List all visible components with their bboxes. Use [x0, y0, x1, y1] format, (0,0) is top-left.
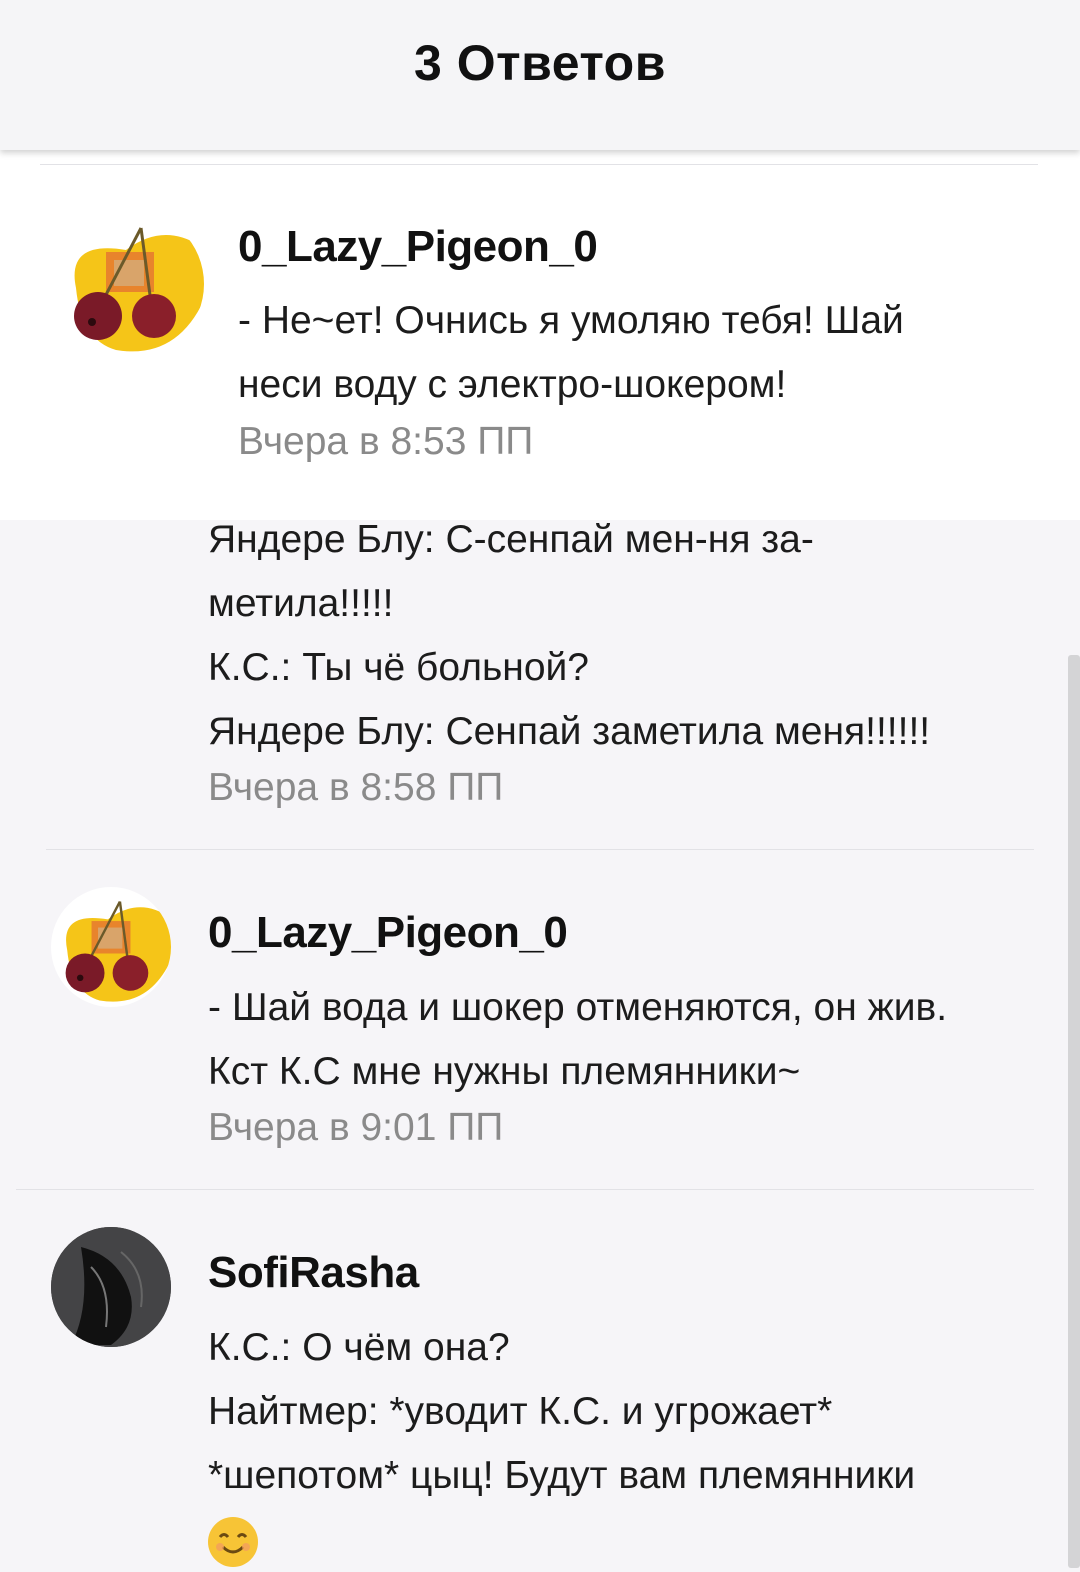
comment-line: - Не~ет! Очнись я умоляю тебя! Шай	[238, 299, 904, 342]
smiling-face-emoji	[208, 1516, 258, 1567]
comment-username[interactable]: 0_Lazy_Pigeon_0	[238, 222, 598, 272]
comment-text: - Не~ет! Очнись я умоляю тебя! Шай неси …	[238, 289, 1068, 417]
comment-timestamp: Вчера в 8:58 ПП	[208, 766, 504, 809]
page-title: 3 Ответов	[414, 35, 666, 91]
divider	[40, 164, 1038, 165]
comment-line: К.С.: Ты чё больной?	[208, 646, 589, 689]
comment-text: К.С.: О чём она? Найтмер: *уводит К.С. и…	[208, 1316, 1058, 1572]
comment-line: неси воду с электро-шокером!	[238, 363, 787, 406]
comment-card[interactable]: 0_Lazy_Pigeon_0 - Не~ет! Очнись я умоляю…	[0, 150, 1080, 520]
comment-timestamp: Вчера в 8:53 ПП	[238, 420, 534, 463]
comment-line: - Шай вода и шокер отменяются, он жив.	[208, 986, 948, 1029]
comment-text: - Шай вода и шокер отменяются, он жив. К…	[208, 976, 1048, 1104]
comment-text: Яндере Блу: С-сенпай мен-ня за- метила!!…	[208, 508, 1038, 764]
comment-card[interactable]: 0_Lazy_Pigeon_0 - Шай вода и шокер отмен…	[16, 850, 1064, 1190]
cherry-avatar[interactable]	[51, 887, 171, 1007]
scrollbar[interactable]	[1068, 655, 1080, 1568]
comment-card[interactable]: Яндере Блу: С-сенпай мен-ня за- метила!!…	[16, 440, 1064, 850]
comment-username[interactable]: SofiRasha	[208, 1248, 419, 1298]
comment-line: Кст К.С мне нужны племянники~	[208, 1050, 801, 1093]
comment-timestamp: Вчера в 9:01 ПП	[208, 1106, 504, 1149]
comment-card[interactable]: SofiRasha К.С.: О чём она? Найтмер: *уво…	[16, 1190, 1064, 1568]
comment-line: Яндере Блу: Сенпай заметила меня!!!!!!	[208, 710, 931, 753]
dark-avatar[interactable]	[51, 1227, 171, 1347]
comment-line	[208, 1508, 1058, 1572]
header-bar: 3 Ответов	[0, 0, 1080, 150]
comment-line: *шепотом* цыц! Будут вам племянники	[208, 1454, 916, 1497]
comment-line: Найтмер: *уводит К.С. и угрожает*	[208, 1390, 833, 1433]
cherry-avatar[interactable]	[56, 210, 204, 358]
comment-username[interactable]: 0_Lazy_Pigeon_0	[208, 908, 568, 958]
comment-line: метила!!!!!	[208, 582, 394, 625]
comment-line: К.С.: О чём она?	[208, 1326, 510, 1369]
